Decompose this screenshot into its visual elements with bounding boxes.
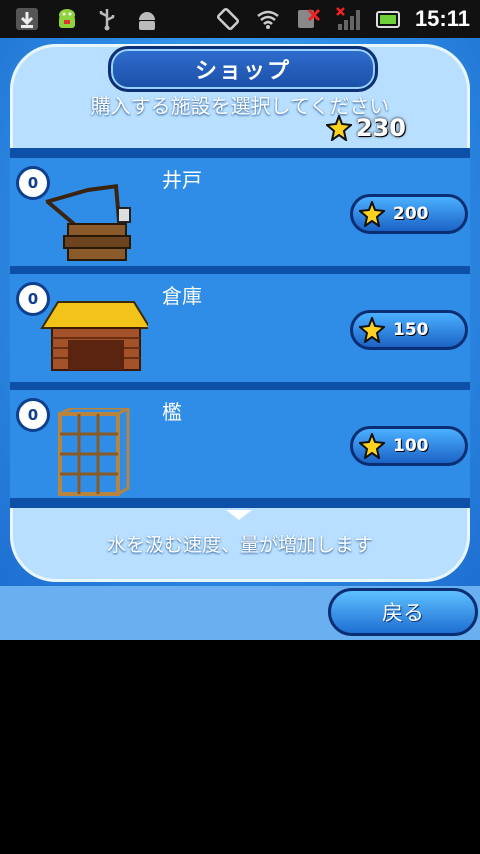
item-name: 檻 <box>162 400 182 424</box>
buy-well-button[interactable]: 200 <box>350 194 468 234</box>
back-button[interactable]: 戻る <box>328 588 478 636</box>
item-description: 水を汲む速度、量が増加します <box>106 534 373 556</box>
status-bar: 15:11 <box>0 0 480 38</box>
buy-cage-button[interactable]: 100 <box>350 426 468 466</box>
usb-icon <box>99 9 115 31</box>
no-signal-icon <box>297 8 320 28</box>
download-icon <box>16 8 38 30</box>
cage-icon <box>58 408 131 496</box>
android-debug-icon <box>139 12 155 30</box>
price-value: 200 <box>393 204 429 224</box>
price-value: 150 <box>393 320 429 340</box>
shop-item-well[interactable]: 0 井戸 200 <box>10 158 470 266</box>
shop-item-storehouse[interactable]: 0 倉庫 150 <box>10 274 470 382</box>
shop-item-cage[interactable]: 0 檻 100 <box>10 390 470 498</box>
wifi-icon <box>257 10 279 29</box>
shop-subtitle: 購入する施設を選択してください <box>90 94 390 118</box>
battery-icon <box>375 11 400 28</box>
star-icon <box>359 317 385 343</box>
scroll-down-arrow-icon[interactable] <box>226 510 252 520</box>
coin-balance: 230 <box>325 114 406 142</box>
clock: 15:11 <box>414 6 470 31</box>
shop-item-list[interactable]: 0 井戸 200 0 倉庫 150 0 檻 100 <box>10 148 470 508</box>
coin-value: 230 <box>355 114 406 142</box>
storehouse-icon <box>40 301 148 371</box>
android-mascot-icon <box>59 9 75 28</box>
item-name: 倉庫 <box>162 284 202 308</box>
star-icon <box>359 201 385 227</box>
signal-bars-icon <box>336 7 360 30</box>
screen-rotate-icon <box>216 7 239 31</box>
star-icon <box>325 115 352 141</box>
item-name: 井戸 <box>162 168 202 192</box>
price-value: 100 <box>393 436 429 456</box>
star-icon <box>359 433 385 459</box>
shop-screen: ショップ 購入する施設を選択してください 230 0 井戸 200 0 倉庫 1… <box>0 38 480 640</box>
shop-title: ショップ <box>108 46 378 92</box>
well-icon <box>45 184 131 261</box>
buy-storehouse-button[interactable]: 150 <box>350 310 468 350</box>
